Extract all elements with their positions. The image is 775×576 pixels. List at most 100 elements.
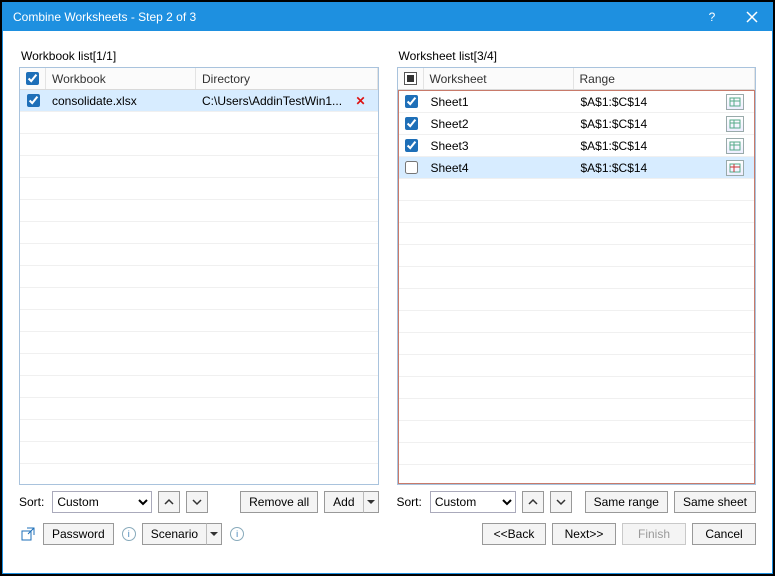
workbook-sort-label: Sort: [19,495,44,509]
table-row[interactable]: Sheet1$A$1:$C$14 [399,91,755,113]
table-row[interactable]: consolidate.xlsxC:\Users\AddinTestWin1..… [20,90,378,112]
workbook-sort-select[interactable]: Custom [52,491,152,513]
remove-all-button[interactable]: Remove all [240,491,318,513]
table-row [20,178,378,200]
table-row[interactable]: Sheet4$A$1:$C$14 [399,157,755,179]
worksheet-move-down-button[interactable] [550,491,572,513]
range-selector-icon[interactable] [726,160,744,176]
cancel-button[interactable]: Cancel [692,523,756,545]
workbook-col-name[interactable]: Workbook [46,68,196,89]
caret-down-icon [210,530,218,538]
worksheet-grid-header: Worksheet Range [398,68,756,90]
table-row [20,134,378,156]
info-icon[interactable]: i [122,527,136,541]
worksheet-name: Sheet1 [425,95,575,109]
info-icon[interactable]: i [230,527,244,541]
help-button[interactable]: ? [692,3,732,31]
table-row [20,266,378,288]
table-row [20,156,378,178]
scenario-dropdown-button[interactable] [206,523,222,545]
scenario-button[interactable]: Scenario [142,523,206,545]
same-range-button[interactable]: Same range [585,491,668,513]
close-button[interactable] [732,3,772,31]
worksheet-range: $A$1:$C$14 [575,160,755,176]
workbook-grid: Workbook Directory consolidate.xlsxC:\Us… [19,67,379,485]
table-row[interactable]: Sheet3$A$1:$C$14 [399,135,755,157]
worksheet-range: $A$1:$C$14 [575,94,755,110]
table-row [399,201,755,223]
row-checkbox[interactable] [405,161,418,174]
add-dropdown-button[interactable] [363,491,379,513]
table-row [399,245,755,267]
row-checkbox[interactable] [405,95,418,108]
worksheet-name: Sheet3 [425,139,575,153]
add-button[interactable]: Add [324,491,362,513]
table-row [20,464,378,484]
worksheet-grid: Worksheet Range Sheet1$A$1:$C$14Sheet2$A… [397,67,757,485]
table-row[interactable]: Sheet2$A$1:$C$14 [399,113,755,135]
range-selector-icon[interactable] [726,94,744,110]
table-row [399,333,755,355]
table-row [20,222,378,244]
workbook-grid-header: Workbook Directory [20,68,378,90]
table-row [399,311,755,333]
workbook-move-up-button[interactable] [158,491,180,513]
table-row [20,354,378,376]
worksheet-name: Sheet4 [425,161,575,175]
workbook-col-dir[interactable]: Directory [196,68,378,89]
table-row [20,288,378,310]
worksheet-name: Sheet2 [425,117,575,131]
row-checkbox[interactable] [27,94,40,107]
remove-row-button[interactable]: ✕ [355,94,365,108]
workbook-header-checkbox-cell[interactable] [20,68,46,89]
next-button[interactable]: Next>> [552,523,616,545]
worksheet-header-checkbox-cell[interactable] [398,68,424,89]
worksheet-move-up-button[interactable] [522,491,544,513]
chevron-up-icon [164,497,174,507]
same-sheet-button[interactable]: Same sheet [674,491,756,513]
workbook-select-all-checkbox[interactable] [26,72,39,85]
worksheet-select-all-checkbox[interactable] [404,72,417,85]
workbook-list-label: Workbook list[1/1] [21,49,379,63]
worksheet-col-range[interactable]: Range [574,68,756,89]
password-button[interactable]: Password [43,523,114,545]
table-row [399,421,755,443]
range-selector-icon[interactable] [726,116,744,132]
worksheet-range: $A$1:$C$14 [575,116,755,132]
table-row [399,355,755,377]
range-selector-icon[interactable] [726,138,744,154]
external-link-icon[interactable] [19,525,37,543]
window-title: Combine Worksheets - Step 2 of 3 [13,10,692,24]
worksheet-sort-label: Sort: [397,495,422,509]
worksheet-sort-select[interactable]: Custom [430,491,516,513]
add-splitbutton[interactable]: Add [324,491,378,513]
workbook-name: consolidate.xlsx [46,94,196,108]
worksheet-controls: Sort: Custom Same range Same sheet [397,491,757,513]
worksheet-col-name[interactable]: Worksheet [424,68,574,89]
scenario-splitbutton[interactable]: Scenario [142,523,222,545]
table-row [399,289,755,311]
table-row [20,332,378,354]
workbook-controls: Sort: Custom Remove all Add [19,491,379,513]
back-button[interactable]: <<Back [482,523,546,545]
finish-button: Finish [622,523,686,545]
table-row [20,376,378,398]
table-row [20,112,378,134]
table-row [20,244,378,266]
row-checkbox[interactable] [405,117,418,130]
title-bar: Combine Worksheets - Step 2 of 3 ? [3,3,772,31]
table-row [20,310,378,332]
chevron-down-icon [192,497,202,507]
table-row [399,267,755,289]
dialog-window: Combine Worksheets - Step 2 of 3 ? Workb… [2,2,773,574]
worksheet-list-label: Worksheet list[3/4] [399,49,757,63]
table-row [20,398,378,420]
chevron-up-icon [528,497,538,507]
row-checkbox[interactable] [405,139,418,152]
workbook-directory: C:\Users\AddinTestWin1...✕ [196,94,378,108]
chevron-down-icon [556,497,566,507]
workbook-move-down-button[interactable] [186,491,208,513]
table-row [20,442,378,464]
table-row [399,223,755,245]
table-row [20,420,378,442]
